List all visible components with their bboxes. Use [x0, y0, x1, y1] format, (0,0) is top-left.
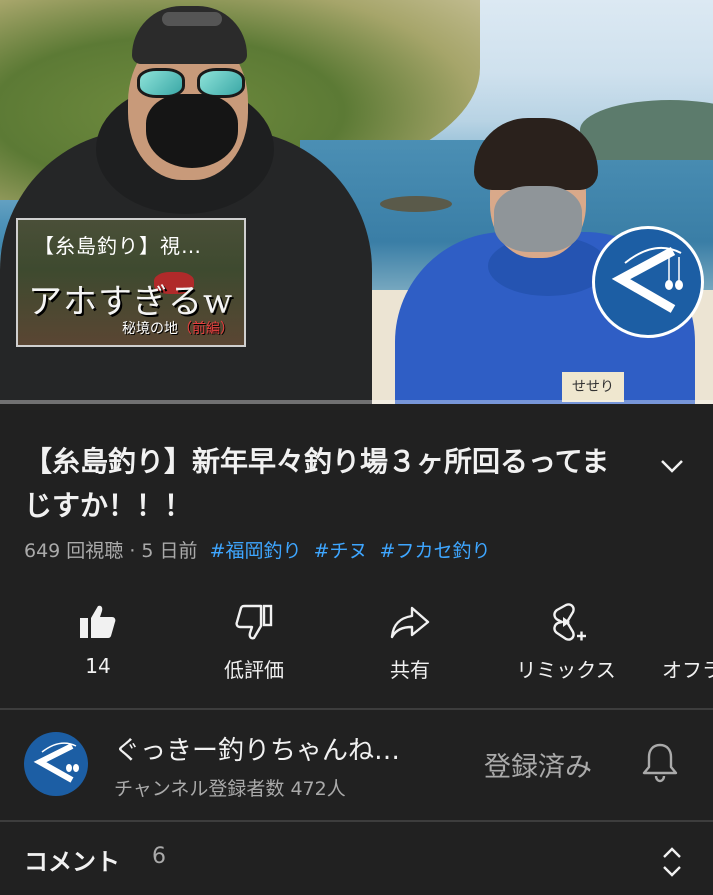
hashtag-link[interactable]: #チヌ	[314, 540, 368, 562]
remix-icon	[553, 603, 586, 641]
channel-name[interactable]: ぐっきー釣りちゃんね…	[114, 730, 400, 767]
face-mask	[494, 186, 582, 252]
face-mask	[146, 94, 238, 168]
remix-label: リミックス	[516, 658, 616, 682]
comments-header[interactable]: コメント	[24, 842, 120, 877]
like-count: 14	[85, 654, 111, 678]
hashtag-link[interactable]: #フカセ釣り	[380, 540, 491, 562]
action-bar: 14 低評価 共有 リミックス オフラ	[0, 598, 713, 688]
thumbs-up-icon	[80, 605, 116, 638]
remix-button[interactable]: リミックス	[496, 598, 636, 688]
share-icon	[390, 606, 430, 639]
background-rock	[380, 196, 452, 212]
thumbs-down-icon	[235, 604, 273, 640]
subscribed-button[interactable]: 登録済み	[484, 745, 592, 784]
card-headline: アホすぎるw	[28, 282, 234, 322]
share-button[interactable]: 共有	[340, 598, 480, 688]
video-progress-bar[interactable]	[0, 400, 713, 404]
video-player[interactable]: せせり 【糸島釣り】視… アホすぎるw 秘境の地（前編）	[0, 0, 713, 404]
dislike-label: 低評価	[224, 658, 284, 682]
subscriber-count: チャンネル登録者数 472人	[114, 778, 346, 800]
divider	[0, 820, 713, 822]
view-count-date: 649 回視聴 · 5 日前	[24, 540, 198, 562]
comments-count: 6	[152, 844, 166, 869]
like-button[interactable]: 14	[28, 598, 168, 688]
shirt-tag: せせり	[562, 372, 624, 402]
video-title[interactable]: 【糸島釣り】新年早々釣り場３ヶ所回るってまじすか！！！	[24, 440, 624, 528]
dislike-button[interactable]: 低評価	[184, 598, 324, 688]
channel-watermark-logo[interactable]	[592, 226, 704, 338]
background-far-hill	[580, 100, 713, 160]
card-title: 【糸島釣り】視…	[34, 234, 202, 258]
share-label: 共有	[390, 658, 430, 682]
video-meta: 649 回視聴 · 5 日前 #福岡釣り #チヌ #フカセ釣り	[24, 536, 490, 563]
card-subtitle: 秘境の地（前編）	[122, 321, 234, 337]
download-label: オフラ	[662, 658, 713, 682]
bell-icon[interactable]	[638, 740, 682, 784]
hashtag-link[interactable]: #福岡釣り	[210, 540, 302, 562]
expand-collapse-icon[interactable]	[656, 842, 688, 882]
channel-avatar[interactable]	[24, 732, 88, 796]
download-button[interactable]: オフラ	[662, 598, 713, 688]
divider	[0, 708, 713, 710]
end-screen-video-card[interactable]: 【糸島釣り】視… アホすぎるw 秘境の地（前編）	[16, 218, 246, 347]
chevron-down-icon[interactable]	[656, 450, 688, 482]
